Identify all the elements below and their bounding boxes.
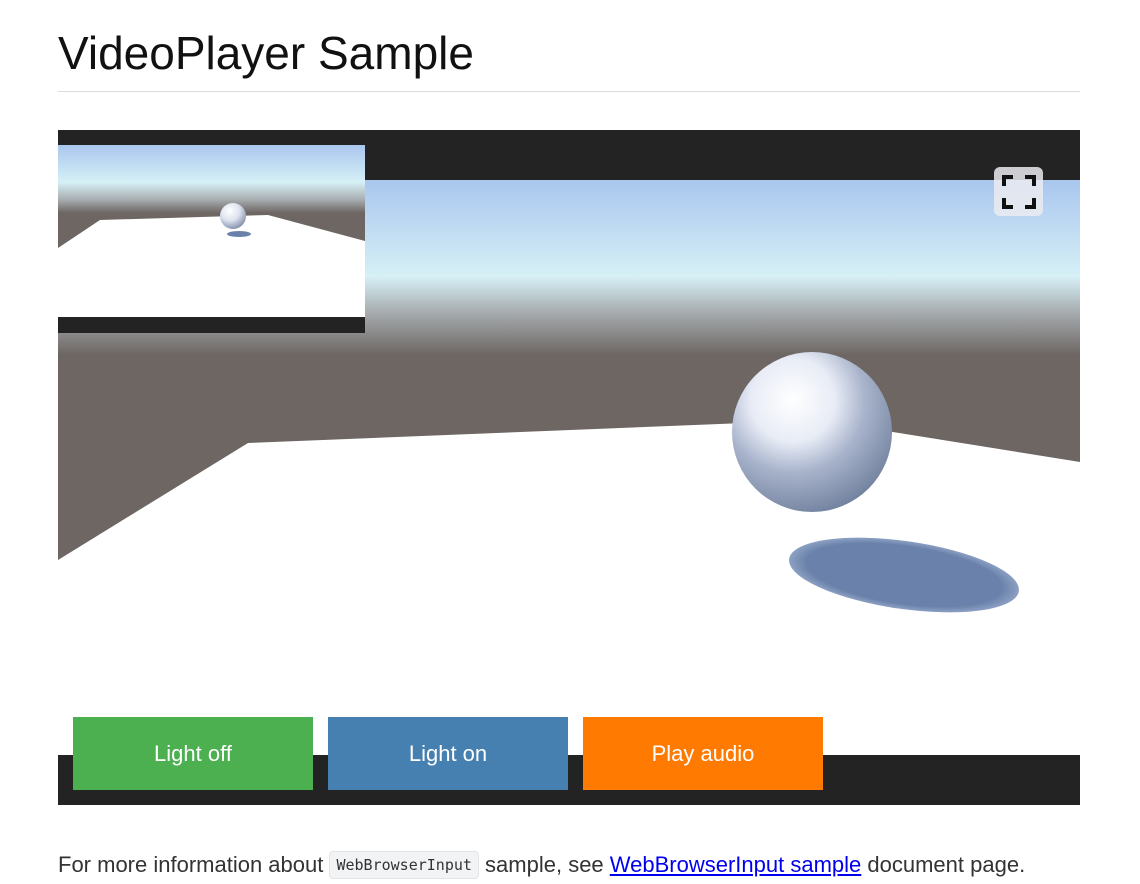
title-divider [58, 91, 1080, 92]
info-code: WebBrowserInput [329, 851, 479, 879]
info-middle: sample, see [478, 852, 610, 877]
light-off-button[interactable]: Light off [73, 717, 313, 790]
video-player[interactable]: Light off Light on Play audio [58, 130, 1080, 805]
info-prefix: For more information about [58, 852, 330, 877]
player-controls: Light off Light on Play audio [73, 717, 823, 790]
page-title: VideoPlayer Sample [58, 27, 474, 79]
pip-video-view[interactable] [58, 145, 365, 333]
webbrowserinput-sample-link[interactable]: WebBrowserInput sample [610, 852, 862, 877]
info-text: For more information about WebBrowserInp… [58, 848, 1080, 884]
play-audio-button[interactable]: Play audio [583, 717, 823, 790]
pip-scene [58, 145, 365, 333]
fullscreen-icon [1001, 174, 1036, 209]
light-on-button[interactable]: Light on [328, 717, 568, 790]
info-suffix: document page. [861, 852, 1026, 877]
fullscreen-button[interactable] [994, 167, 1043, 216]
